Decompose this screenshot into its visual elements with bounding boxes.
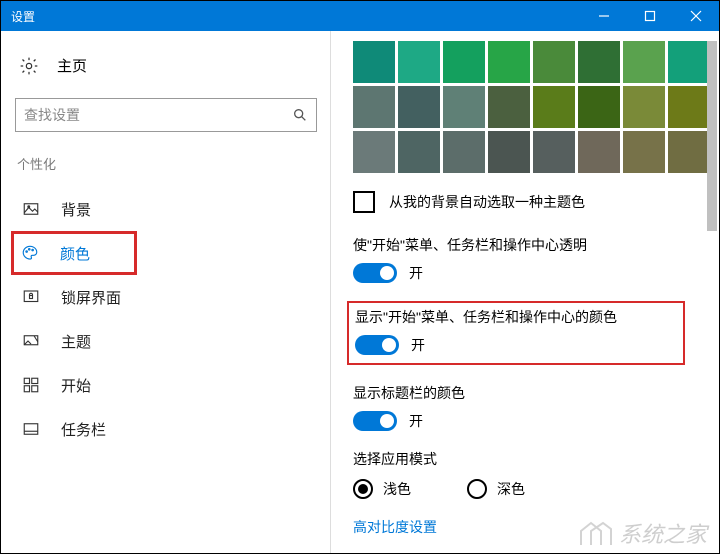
radio-selected-icon bbox=[353, 479, 373, 499]
high-contrast-link[interactable]: 高对比度设置 bbox=[353, 517, 719, 537]
radio-dark[interactable]: 深色 bbox=[467, 479, 525, 499]
home-link[interactable]: 主页 bbox=[15, 49, 317, 82]
titlebar-color-toggle[interactable] bbox=[353, 411, 397, 431]
taskbar-icon bbox=[21, 419, 41, 439]
sidebar-item-label: 背景 bbox=[61, 199, 91, 220]
radio-light-label: 浅色 bbox=[383, 479, 411, 499]
radio-unselected-icon bbox=[467, 479, 487, 499]
scrollbar-thumb[interactable] bbox=[707, 41, 717, 231]
color-swatch[interactable] bbox=[443, 131, 485, 173]
maximize-button[interactable] bbox=[627, 1, 673, 31]
palette-icon bbox=[20, 243, 40, 263]
sidebar: 主页 查找设置 个性化 背景 颜色 锁屏界面 主题 开始 任务栏 bbox=[1, 31, 331, 553]
color-swatch[interactable] bbox=[353, 41, 395, 83]
search-input[interactable]: 查找设置 bbox=[15, 98, 317, 132]
auto-color-label: 从我的背景自动选取一种主题色 bbox=[389, 192, 585, 212]
minimize-button[interactable] bbox=[581, 1, 627, 31]
color-swatch[interactable] bbox=[488, 86, 530, 128]
color-swatch[interactable] bbox=[533, 86, 575, 128]
sidebar-item-lockscreen[interactable]: 锁屏界面 bbox=[15, 275, 317, 319]
show-accent-label: 显示"开始"菜单、任务栏和操作中心的颜色 bbox=[355, 307, 677, 327]
show-accent-toggle[interactable] bbox=[355, 335, 399, 355]
color-swatch[interactable] bbox=[398, 41, 440, 83]
color-swatch[interactable] bbox=[443, 41, 485, 83]
sidebar-item-taskbar[interactable]: 任务栏 bbox=[15, 407, 317, 451]
theme-icon bbox=[21, 331, 41, 351]
sidebar-item-start[interactable]: 开始 bbox=[15, 363, 317, 407]
radio-light[interactable]: 浅色 bbox=[353, 479, 411, 499]
sidebar-item-label: 颜色 bbox=[60, 243, 90, 264]
color-swatch-grid bbox=[353, 41, 719, 173]
color-swatch[interactable] bbox=[353, 86, 395, 128]
color-swatch[interactable] bbox=[353, 131, 395, 173]
app-mode-label: 选择应用模式 bbox=[353, 449, 719, 469]
picture-icon bbox=[21, 199, 41, 219]
search-icon bbox=[292, 107, 308, 123]
sidebar-item-label: 锁屏界面 bbox=[61, 287, 121, 308]
main-panel: 从我的背景自动选取一种主题色 使"开始"菜单、任务栏和操作中心透明 开 显示"开… bbox=[331, 31, 719, 553]
sidebar-item-colors[interactable]: 颜色 bbox=[11, 231, 137, 275]
section-header: 个性化 bbox=[15, 154, 317, 173]
sidebar-item-label: 任务栏 bbox=[61, 419, 106, 440]
color-swatch[interactable] bbox=[578, 131, 620, 173]
window-title: 设置 bbox=[11, 8, 35, 25]
color-swatch[interactable] bbox=[443, 86, 485, 128]
color-swatch[interactable] bbox=[623, 86, 665, 128]
color-swatch[interactable] bbox=[578, 86, 620, 128]
app-mode-radio-group: 浅色 深色 bbox=[353, 479, 719, 499]
color-swatch[interactable] bbox=[623, 131, 665, 173]
color-swatch[interactable] bbox=[668, 41, 710, 83]
transparency-setting: 使"开始"菜单、任务栏和操作中心透明 开 bbox=[353, 235, 719, 283]
color-swatch[interactable] bbox=[398, 86, 440, 128]
window-titlebar: 设置 bbox=[1, 1, 719, 31]
transparency-state: 开 bbox=[409, 263, 423, 283]
checkbox-unchecked[interactable] bbox=[353, 191, 375, 213]
sidebar-item-themes[interactable]: 主题 bbox=[15, 319, 317, 363]
home-label: 主页 bbox=[57, 55, 87, 76]
sidebar-item-label: 主题 bbox=[61, 331, 91, 352]
show-accent-state: 开 bbox=[411, 335, 425, 355]
color-swatch[interactable] bbox=[578, 41, 620, 83]
titlebar-color-label: 显示标题栏的颜色 bbox=[353, 383, 719, 403]
sidebar-item-background[interactable]: 背景 bbox=[15, 187, 317, 231]
color-swatch[interactable] bbox=[488, 131, 530, 173]
close-button[interactable] bbox=[673, 1, 719, 31]
color-swatch[interactable] bbox=[623, 41, 665, 83]
titlebar-color-state: 开 bbox=[409, 411, 423, 431]
color-swatch[interactable] bbox=[488, 41, 530, 83]
color-swatch[interactable] bbox=[533, 131, 575, 173]
gear-icon bbox=[19, 56, 39, 76]
color-swatch[interactable] bbox=[398, 131, 440, 173]
lock-frame-icon bbox=[21, 287, 41, 307]
titlebar-color-setting: 显示标题栏的颜色 开 bbox=[353, 383, 719, 431]
color-swatch[interactable] bbox=[668, 86, 710, 128]
auto-color-checkbox-row[interactable]: 从我的背景自动选取一种主题色 bbox=[353, 191, 719, 213]
start-grid-icon bbox=[21, 375, 41, 395]
sidebar-item-label: 开始 bbox=[61, 375, 91, 396]
transparency-label: 使"开始"菜单、任务栏和操作中心透明 bbox=[353, 235, 719, 255]
transparency-toggle[interactable] bbox=[353, 263, 397, 283]
radio-dark-label: 深色 bbox=[497, 479, 525, 499]
color-swatch[interactable] bbox=[668, 131, 710, 173]
show-accent-setting: 显示"开始"菜单、任务栏和操作中心的颜色 开 bbox=[347, 301, 685, 365]
search-placeholder: 查找设置 bbox=[24, 105, 292, 125]
color-swatch[interactable] bbox=[533, 41, 575, 83]
